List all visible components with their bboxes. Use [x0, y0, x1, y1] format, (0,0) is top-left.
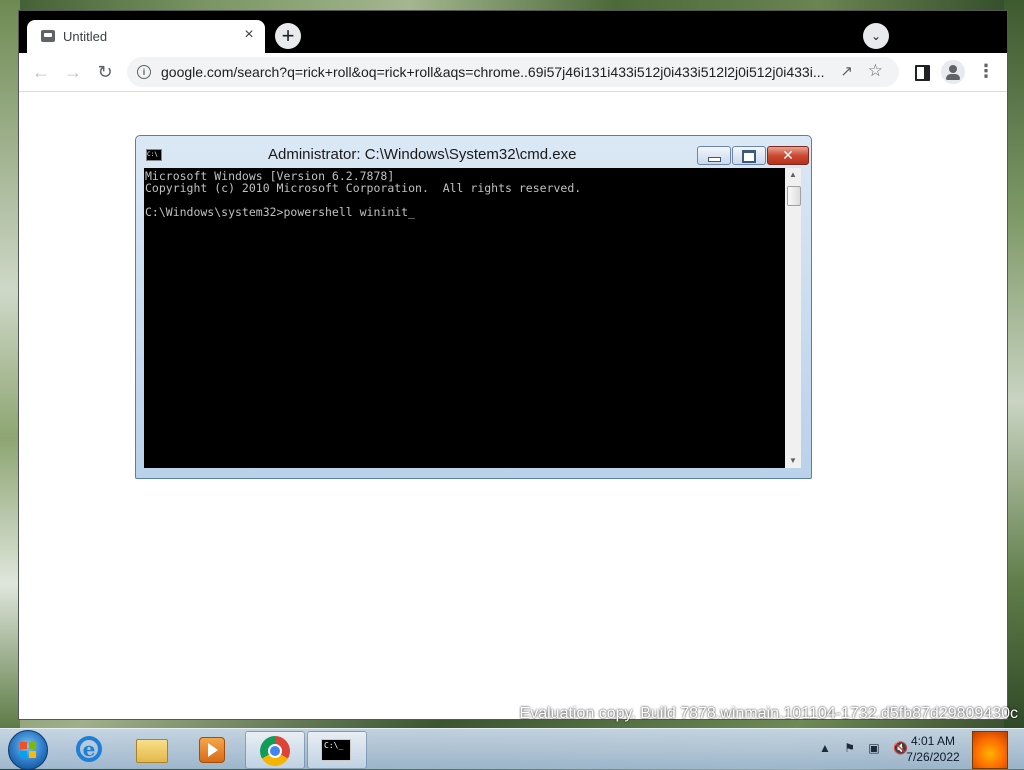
system-tray: ▲ ⚑ ▣ 🔇	[809, 741, 908, 755]
desktop-wallpaper-left	[0, 0, 20, 730]
taskbar-command-prompt[interactable]: C:\_	[307, 731, 367, 769]
taskbar-internet-explorer[interactable]: e	[60, 731, 118, 767]
bookmark-star-icon[interactable]: ☆	[868, 61, 883, 81]
tab-strip: Untitled × + ⌄	[19, 11, 1007, 53]
action-center-flag-icon[interactable]: ⚑	[844, 741, 855, 755]
taskbar: e C:\_ ▲ ⚑ ▣ 🔇 4:01 AM 7/26/2022	[0, 728, 1024, 770]
scroll-thumb[interactable]	[787, 186, 801, 206]
taskbar-chrome[interactable]	[245, 731, 305, 769]
cmd-app-icon[interactable]: C:\	[146, 149, 162, 161]
folder-icon	[136, 739, 168, 763]
browser-tab[interactable]: Untitled ×	[27, 20, 265, 53]
close-button[interactable]: ✕	[767, 146, 809, 165]
tab-favicon-icon	[41, 30, 55, 42]
browser-toolbar: ← → ↻ i google.com/search?q=rick+roll&oq…	[19, 53, 1007, 92]
command-prompt-icon: C:\_	[321, 739, 351, 761]
taskbar-clock[interactable]: 4:01 AM 7/26/2022	[898, 733, 968, 765]
forward-arrow-icon[interactable]: →	[61, 60, 85, 84]
url-text[interactable]: google.com/search?q=rick+roll&oq=rick+ro…	[161, 64, 826, 80]
show-hidden-icons-arrow-icon[interactable]: ▲	[819, 741, 831, 755]
clock-date: 7/26/2022	[906, 750, 960, 764]
reload-icon[interactable]: ↻	[93, 60, 117, 84]
tab-close-icon[interactable]: ×	[241, 26, 257, 44]
tab-title: Untitled	[63, 29, 108, 44]
new-tab-button[interactable]: +	[275, 23, 301, 49]
scroll-down-arrow-icon[interactable]: ▼	[785, 454, 801, 468]
minimize-button[interactable]	[697, 146, 731, 165]
chrome-icon	[260, 736, 290, 766]
profile-avatar-icon[interactable]	[941, 60, 965, 84]
console-cursor: _	[408, 205, 416, 219]
user-tile-show-desktop[interactable]	[972, 731, 1008, 769]
maximize-button[interactable]	[732, 146, 766, 165]
side-panel-icon[interactable]	[915, 65, 930, 81]
taskbar-windows-explorer[interactable]	[121, 731, 179, 767]
start-button[interactable]	[8, 730, 48, 770]
kebab-menu-icon[interactable]: ⋮	[977, 60, 995, 84]
internet-explorer-icon: e	[76, 736, 102, 762]
cmd-window-title: Administrator: C:\Windows\System32\cmd.e…	[268, 146, 577, 163]
vertical-scrollbar[interactable]: ▲ ▼	[785, 168, 801, 468]
network-icon[interactable]: ▣	[868, 741, 879, 755]
evaluation-watermark: Evaluation copy. Build 7878.winmain.1011…	[519, 705, 1018, 722]
address-bar[interactable]: i google.com/search?q=rick+roll&oq=rick+…	[127, 57, 899, 87]
clock-time: 4:01 AM	[910, 734, 956, 748]
console-text: Microsoft Windows [Version 6.2.7878] Cop…	[145, 169, 582, 219]
back-arrow-icon[interactable]: ←	[29, 60, 53, 84]
scroll-up-arrow-icon[interactable]: ▲	[785, 168, 801, 182]
share-icon[interactable]: ↗	[840, 62, 853, 80]
taskbar-media-player[interactable]	[182, 731, 240, 767]
console-output-area[interactable]: Microsoft Windows [Version 6.2.7878] Cop…	[144, 168, 785, 468]
site-info-icon[interactable]: i	[137, 65, 151, 79]
cmd-window: C:\ Administrator: C:\Windows\System32\c…	[135, 135, 812, 479]
tab-search-button[interactable]: ⌄	[863, 23, 889, 49]
media-player-icon	[199, 737, 225, 763]
